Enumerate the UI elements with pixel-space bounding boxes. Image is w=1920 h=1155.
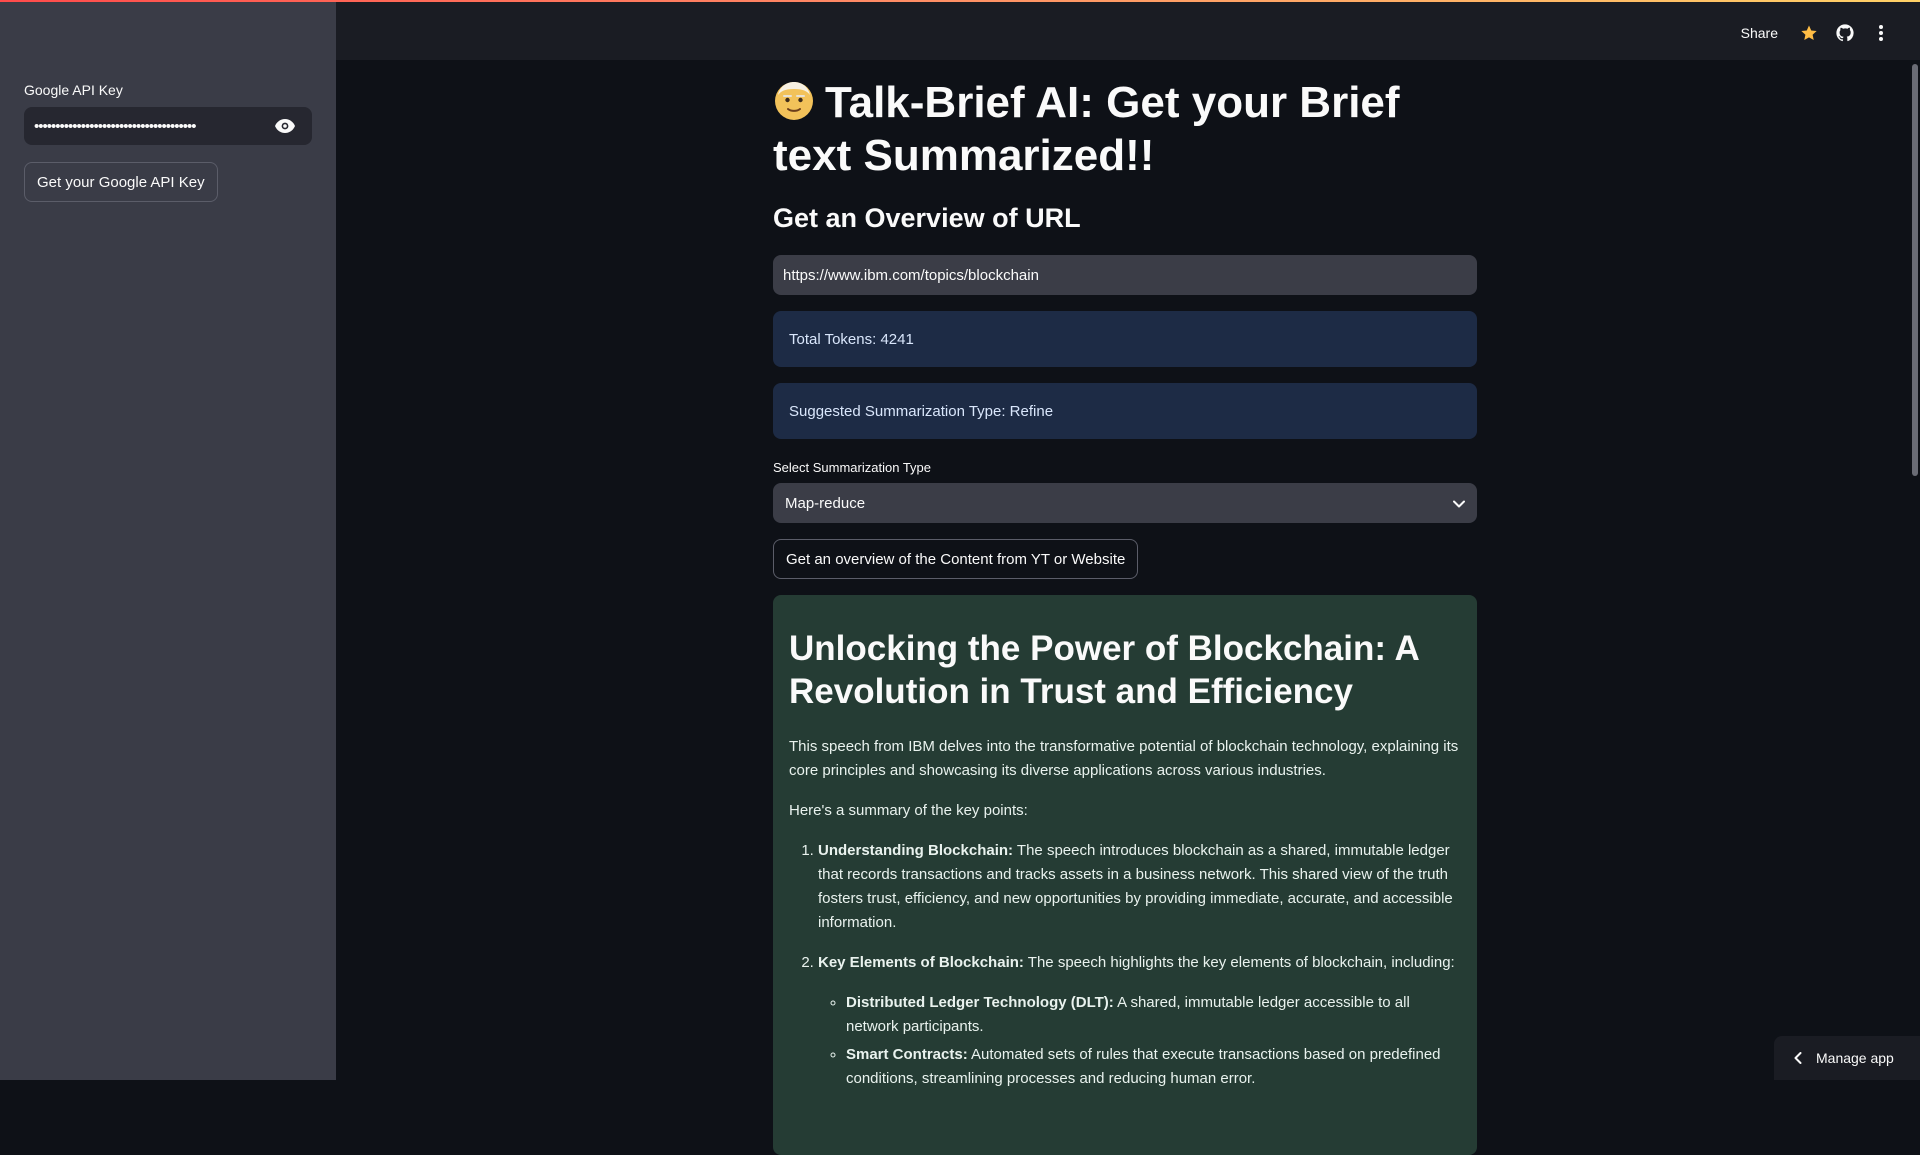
summary-result-box: Unlocking the Power of Blockchain: A Rev… xyxy=(773,595,1477,1155)
summarization-type-label: Select Summarization Type xyxy=(773,460,931,475)
summarization-type-select[interactable]: Map-reduce xyxy=(773,483,1477,523)
share-button[interactable]: Share xyxy=(1741,25,1778,41)
star-icon[interactable] xyxy=(1798,22,1820,44)
summary-intro: This speech from IBM delves into the tra… xyxy=(789,735,1461,783)
subpoint-title: Distributed Ledger Technology (DLT): xyxy=(846,994,1114,1011)
page-scrollbar[interactable] xyxy=(1908,60,1920,1080)
list-item: Understanding Blockchain: The speech int… xyxy=(818,839,1461,935)
list-item: Key Elements of Blockchain: The speech h… xyxy=(818,951,1461,1091)
summary-heading: Unlocking the Power of Blockchain: A Rev… xyxy=(789,627,1461,713)
select-value: Map-reduce xyxy=(785,495,865,512)
sidebar: Google API Key •••••••••••••••••••••••••… xyxy=(0,0,336,1080)
get-overview-button[interactable]: Get an overview of the Content from YT o… xyxy=(773,539,1138,579)
chevron-down-icon xyxy=(1453,495,1465,512)
list-item: Distributed Ledger Technology (DLT): A s… xyxy=(846,991,1461,1039)
scrollbar-thumb[interactable] xyxy=(1912,64,1918,476)
get-api-key-button[interactable]: Get your Google API Key xyxy=(24,162,218,202)
manage-app-label: Manage app xyxy=(1816,1050,1894,1066)
chevron-left-icon xyxy=(1794,1052,1802,1064)
point-text: The speech highlights the key elements o… xyxy=(1024,954,1455,971)
show-password-icon[interactable] xyxy=(268,109,302,143)
page-title-text: Talk-Brief AI: Get your Brief text Summa… xyxy=(773,78,1400,180)
section-subtitle: Get an Overview of URL xyxy=(773,203,1081,234)
point-title: Understanding Blockchain: xyxy=(818,842,1013,859)
suggested-type-info: Suggested Summarization Type: Refine xyxy=(773,383,1477,439)
header-actions: Share xyxy=(1741,22,1892,44)
github-icon[interactable] xyxy=(1834,22,1856,44)
url-input[interactable]: https://www.ibm.com/topics/blockchain xyxy=(773,255,1477,295)
api-key-input[interactable]: •••••••••••••••••••••••••••••••••••••• xyxy=(24,107,312,145)
subpoint-title: Smart Contracts: xyxy=(846,1046,968,1063)
list-item: Smart Contracts: Automated sets of rules… xyxy=(846,1043,1461,1091)
manage-app-button[interactable]: Manage app xyxy=(1774,1036,1920,1080)
total-tokens-info: Total Tokens: 4241 xyxy=(773,311,1477,367)
sub-points-list: Distributed Ledger Technology (DLT): A s… xyxy=(818,991,1461,1091)
top-decoration-bar xyxy=(0,0,1920,2)
api-key-value[interactable]: •••••••••••••••••••••••••••••••••••••• xyxy=(34,118,268,135)
point-title: Key Elements of Blockchain: xyxy=(818,954,1024,971)
old-man-face-icon xyxy=(773,79,815,121)
api-key-label: Google API Key xyxy=(24,82,123,98)
more-vertical-icon[interactable] xyxy=(1870,22,1892,44)
page-title: Talk-Brief AI: Get your Brief text Summa… xyxy=(773,76,1477,182)
key-points-list: Understanding Blockchain: The speech int… xyxy=(789,839,1461,1091)
app-header: Share xyxy=(336,0,1920,60)
summary-lead: Here's a summary of the key points: xyxy=(789,799,1461,823)
